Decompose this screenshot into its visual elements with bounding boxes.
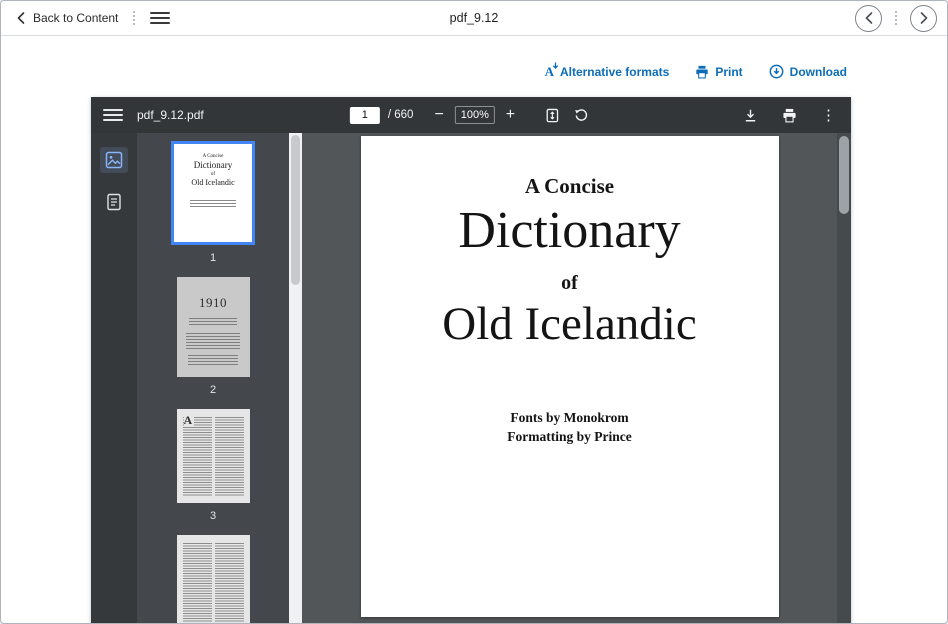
plus-icon: + — [506, 107, 515, 123]
document-action-bar: A Alternative formats Print Download — [545, 64, 847, 79]
thumbnail-page-1[interactable]: A Concise Dictionary of Old Icelandic — [171, 141, 255, 245]
document-scrollbar-thumb[interactable] — [839, 136, 849, 214]
title-line-a-concise: A Concise — [361, 174, 779, 199]
top-bar-divider — [133, 11, 135, 25]
zoom-level-control[interactable]: 100% — [455, 106, 495, 124]
page-number-input[interactable] — [350, 107, 380, 124]
pdf-toolbar-center: / 660 − 100% + — [350, 105, 592, 125]
top-bar-left: Back to Content — [17, 10, 170, 26]
title-line-dictionary: Dictionary — [361, 201, 779, 260]
credit-formatting: Formatting by Prince — [361, 428, 779, 447]
thumbnail-scrollbar[interactable] — [289, 133, 302, 624]
zoom-level-value: 100% — [461, 109, 489, 121]
hamburger-icon — [150, 12, 170, 14]
sidebar-icon-strip — [91, 133, 137, 624]
thumbnail-text-lines — [190, 200, 236, 208]
more-options-icon: ⋮ — [821, 108, 836, 123]
download-label: Download — [790, 65, 847, 79]
thumbnail-panel: A Concise Dictionary of Old Icelandic 1 … — [137, 133, 289, 624]
thumbnail-1-label: 1 — [210, 252, 216, 264]
thumbnail-scrollbar-thumb[interactable] — [291, 135, 300, 285]
chevron-left-icon — [865, 12, 873, 24]
more-options-button[interactable]: ⋮ — [818, 106, 839, 125]
course-menu-button[interactable] — [150, 10, 170, 26]
back-to-content-button[interactable]: Back to Content — [17, 11, 118, 25]
document-scrollbar[interactable] — [837, 133, 851, 624]
credit-fonts: Fonts by Monokrom — [361, 409, 779, 428]
thumbnail-text-column — [215, 543, 244, 624]
document-title: pdf_9.12 — [450, 11, 499, 25]
document-outline-icon — [105, 193, 123, 211]
pdf-print-button[interactable] — [779, 106, 800, 125]
rotate-button[interactable] — [571, 106, 592, 125]
document-page-1: A Concise Dictionary of Old Icelandic Fo… — [361, 136, 779, 617]
title-line-old-icelandic: Old Icelandic — [361, 297, 779, 351]
back-chevron-icon — [17, 12, 25, 24]
alternative-formats-label: Alternative formats — [560, 65, 669, 79]
print-label: Print — [715, 65, 742, 79]
thumbnail-3-dropcap: A — [184, 414, 195, 427]
thumbnail-text-column — [215, 417, 244, 497]
outline-view-button[interactable] — [100, 189, 128, 215]
fit-to-page-button[interactable] — [542, 106, 563, 125]
back-label: Back to Content — [33, 11, 118, 25]
app-window: Back to Content pdf_9.12 — [0, 0, 948, 624]
thumbnail-text-lines — [189, 318, 237, 327]
thumbnail-text-column — [183, 417, 212, 497]
thumbnail-2-year: 1910 — [177, 277, 250, 311]
alternative-formats-button[interactable]: A Alternative formats — [545, 65, 670, 79]
thumbnail-3-label: 3 — [210, 510, 216, 522]
download-icon — [743, 108, 758, 123]
title-line-of: of — [361, 272, 779, 295]
alternative-formats-icon: A — [545, 65, 554, 78]
page-total: / 660 — [388, 109, 414, 121]
next-item-button[interactable] — [910, 5, 937, 32]
minus-icon: − — [434, 107, 443, 123]
thumbnails-icon — [105, 151, 123, 169]
download-circle-icon — [769, 64, 784, 79]
thumbnail-text-column — [183, 543, 212, 624]
zoom-in-button[interactable]: + — [503, 105, 518, 125]
top-bar-divider — [895, 11, 897, 25]
sidebar-toggle-button[interactable] — [103, 107, 123, 123]
thumbnails-view-button[interactable] — [100, 147, 128, 173]
menu-icon — [103, 109, 123, 111]
document-area: A Concise Dictionary of Old Icelandic Fo… — [302, 133, 837, 624]
zoom-out-button[interactable]: − — [431, 105, 446, 125]
fit-to-page-icon — [545, 108, 560, 123]
chevron-right-icon — [920, 12, 928, 24]
print-button[interactable]: Print — [695, 65, 742, 79]
pdf-body: A Concise Dictionary of Old Icelandic 1 … — [91, 133, 851, 624]
thumbnail-page-2[interactable]: 1910 — [177, 277, 250, 377]
pdf-viewer: pdf_9.12.pdf / 660 − 100% + — [91, 97, 851, 624]
previous-item-button[interactable] — [855, 5, 882, 32]
pdf-toolbar-left: pdf_9.12.pdf — [103, 107, 204, 123]
thumbnail-2-label: 2 — [210, 384, 216, 396]
pdf-download-button[interactable] — [740, 106, 761, 125]
top-bar-right — [855, 5, 937, 32]
print-icon — [695, 65, 709, 79]
top-bar: Back to Content pdf_9.12 — [1, 1, 947, 36]
printer-icon — [782, 108, 797, 123]
rotate-counterclockwise-icon — [574, 108, 589, 123]
pdf-toolbar-right: ⋮ — [740, 106, 839, 125]
pdf-toolbar: pdf_9.12.pdf / 660 − 100% + — [91, 97, 851, 133]
pdf-filename: pdf_9.12.pdf — [137, 108, 204, 122]
thumbnail-page-3[interactable]: A — [177, 409, 250, 503]
thumbnail-text-lines — [186, 333, 240, 349]
download-button[interactable]: Download — [769, 64, 847, 79]
thumbnail-1-cover: A Concise Dictionary of Old Icelandic — [174, 144, 252, 242]
credits-block: Fonts by Monokrom Formatting by Prince — [361, 409, 779, 447]
thumbnail-text-lines — [188, 355, 238, 365]
thumbnail-page-4[interactable] — [177, 535, 250, 624]
